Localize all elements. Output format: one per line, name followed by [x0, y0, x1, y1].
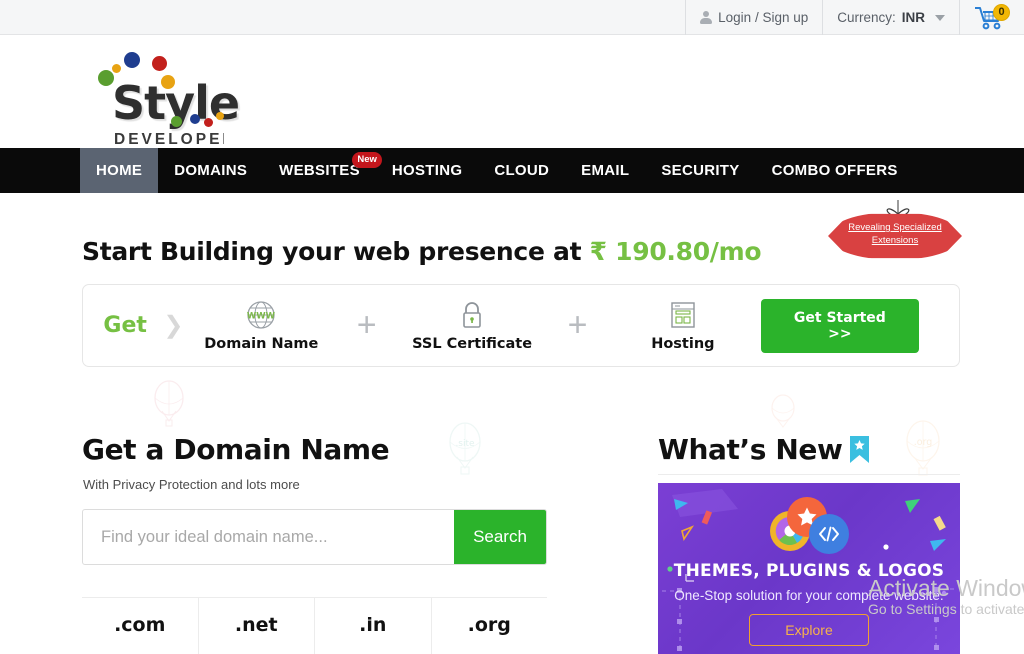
bundle-item-hosting[interactable]: Hosting	[605, 299, 761, 352]
logo-area: Style DEVELOPERS	[0, 35, 1024, 148]
domain-search-button[interactable]: Search	[454, 510, 546, 564]
nav-item-domains[interactable]: DOMAINS	[158, 148, 263, 193]
domain-search-bar: Search	[82, 509, 547, 565]
balloon-org-label: .org	[914, 437, 933, 448]
logo-tagline: DEVELOPERS	[114, 131, 224, 144]
balloon-decor-pink	[154, 380, 184, 427]
product-bundle-box: Get ❯ WWW Domain Name + SSL Certificate	[82, 284, 960, 367]
promo-ribbon-line2: Extensions	[871, 235, 919, 246]
whats-new-title-text: What’s New	[658, 433, 843, 466]
logo-dot-red	[152, 56, 167, 71]
logo-dot-yellow-small	[112, 64, 121, 73]
tld-name: .net	[234, 614, 278, 636]
currency-value: INR	[901, 10, 925, 25]
nav-item-home[interactable]: HOME	[80, 148, 159, 193]
nav-item-label: DOMAINS	[174, 162, 248, 179]
shopping-cart-icon: 0	[974, 3, 1010, 31]
promo-ribbon-text: Revealing Specialized Extensions	[828, 221, 962, 247]
nav-item-label: COMBO OFFERS	[771, 162, 898, 179]
promo-banner[interactable]: THEMES, PLUGINS & LOGOS One-Stop solutio…	[658, 483, 960, 654]
domain-section-title: Get a Domain Name	[82, 433, 390, 466]
hero-price: ₹ 190.80/mo	[589, 237, 762, 266]
windows-activation-line2: Go to Settings to activate	[868, 601, 1024, 617]
balloon-decor-org: .org	[906, 420, 940, 476]
top-utility-bar: Login / Sign up Currency: INR 0	[0, 0, 1024, 35]
bookmark-star-icon	[850, 436, 870, 463]
cart-count-badge: 0	[993, 3, 1010, 21]
domain-search-input[interactable]	[83, 510, 454, 564]
code-brackets-icon	[809, 514, 849, 554]
tld-item[interactable]: .org	[432, 598, 548, 654]
nav-item-security[interactable]: SECURITY	[645, 148, 755, 193]
explore-button[interactable]: Explore	[749, 614, 869, 646]
whats-new-divider	[658, 474, 960, 475]
nav-item-label: HOME	[96, 162, 143, 179]
nav-item-label: EMAIL	[581, 162, 630, 179]
chevron-down-icon	[935, 14, 945, 21]
bundle-plus-2: +	[567, 306, 588, 344]
promo-ribbon-tag[interactable]: Revealing Specialized Extensions	[828, 200, 962, 262]
logo-dot-green-2	[171, 116, 182, 127]
logo-dot-red-2	[204, 118, 213, 127]
domain-section-subtitle: With Privacy Protection and lots more	[83, 477, 300, 492]
tld-item[interactable]: .com	[82, 598, 199, 654]
svg-text:WWW: WWW	[247, 312, 276, 322]
main-navigation: HOME DOMAINS WEBSITES New HOSTING CLOUD EMAIL S…	[0, 148, 1024, 193]
logo-dot-blue-2	[190, 114, 200, 124]
bundle-item-domain-label: Domain Name	[204, 336, 319, 352]
globe-www-icon: WWW	[247, 301, 276, 329]
currency-label: Currency:	[837, 10, 896, 25]
page-root: Login / Sign up Currency: INR 0 Style DE…	[0, 0, 1024, 654]
bundle-plus-1: +	[356, 306, 377, 344]
balloon-site-label: .site	[455, 439, 475, 449]
nav-item-combo-offers[interactable]: COMBO OFFERS	[756, 148, 914, 193]
lock-icon	[463, 302, 481, 328]
balloon-decor-site: .site	[449, 422, 481, 475]
nav-item-label: HOSTING	[391, 162, 463, 179]
nav-item-hosting[interactable]: HOSTING	[376, 148, 478, 193]
promo-icon-cluster	[770, 497, 850, 554]
bundle-item-hosting-label: Hosting	[651, 336, 715, 352]
login-signup-label: Login / Sign up	[718, 10, 809, 25]
bundle-get-label: Get	[103, 313, 147, 338]
nav-item-label: WEBSITES	[279, 162, 360, 179]
chevron-right-icon: ❯	[163, 312, 184, 339]
cart-button[interactable]: 0	[959, 0, 1024, 35]
bundle-item-ssl[interactable]: SSL Certificate	[394, 299, 550, 352]
nav-item-label: SECURITY	[661, 162, 740, 179]
currency-selector[interactable]: Currency: INR	[822, 0, 959, 35]
promo-ribbon-line1: Revealing Specialized	[848, 222, 942, 233]
hero-headline: Start Building your web presence at ₹ 19…	[82, 237, 762, 266]
tld-name: .com	[114, 614, 166, 636]
tld-list: .com .net .in .org	[82, 597, 547, 654]
user-icon	[700, 11, 713, 24]
logo-dot-blue	[124, 52, 140, 68]
bundle-item-domain[interactable]: WWW Domain Name	[183, 299, 339, 352]
tld-item[interactable]: .net	[199, 598, 315, 654]
server-window-icon	[671, 302, 695, 328]
nav-item-websites[interactable]: WEBSITES New	[263, 148, 382, 193]
nav-item-label: CLOUD	[494, 162, 550, 179]
whats-new-title: What’s New	[658, 433, 870, 466]
tld-name: .in	[359, 614, 387, 636]
windows-activation-line1: Activate Windows	[868, 575, 1024, 601]
nav-item-email[interactable]: EMAIL	[565, 148, 645, 193]
login-signup-link[interactable]: Login / Sign up	[685, 0, 822, 35]
balloon-decor-peach	[771, 394, 795, 428]
logo-dot-yellow-2	[216, 112, 224, 120]
get-started-button[interactable]: Get Started >>	[760, 298, 919, 353]
hero-headline-prefix: Start Building your web presence at	[82, 237, 590, 266]
nav-item-cloud[interactable]: CLOUD	[478, 148, 565, 193]
tld-name: .org	[467, 614, 511, 636]
tld-item[interactable]: .in	[315, 598, 432, 654]
bundle-item-ssl-label: SSL Certificate	[412, 336, 533, 352]
site-logo[interactable]: Style DEVELOPERS	[98, 48, 240, 144]
